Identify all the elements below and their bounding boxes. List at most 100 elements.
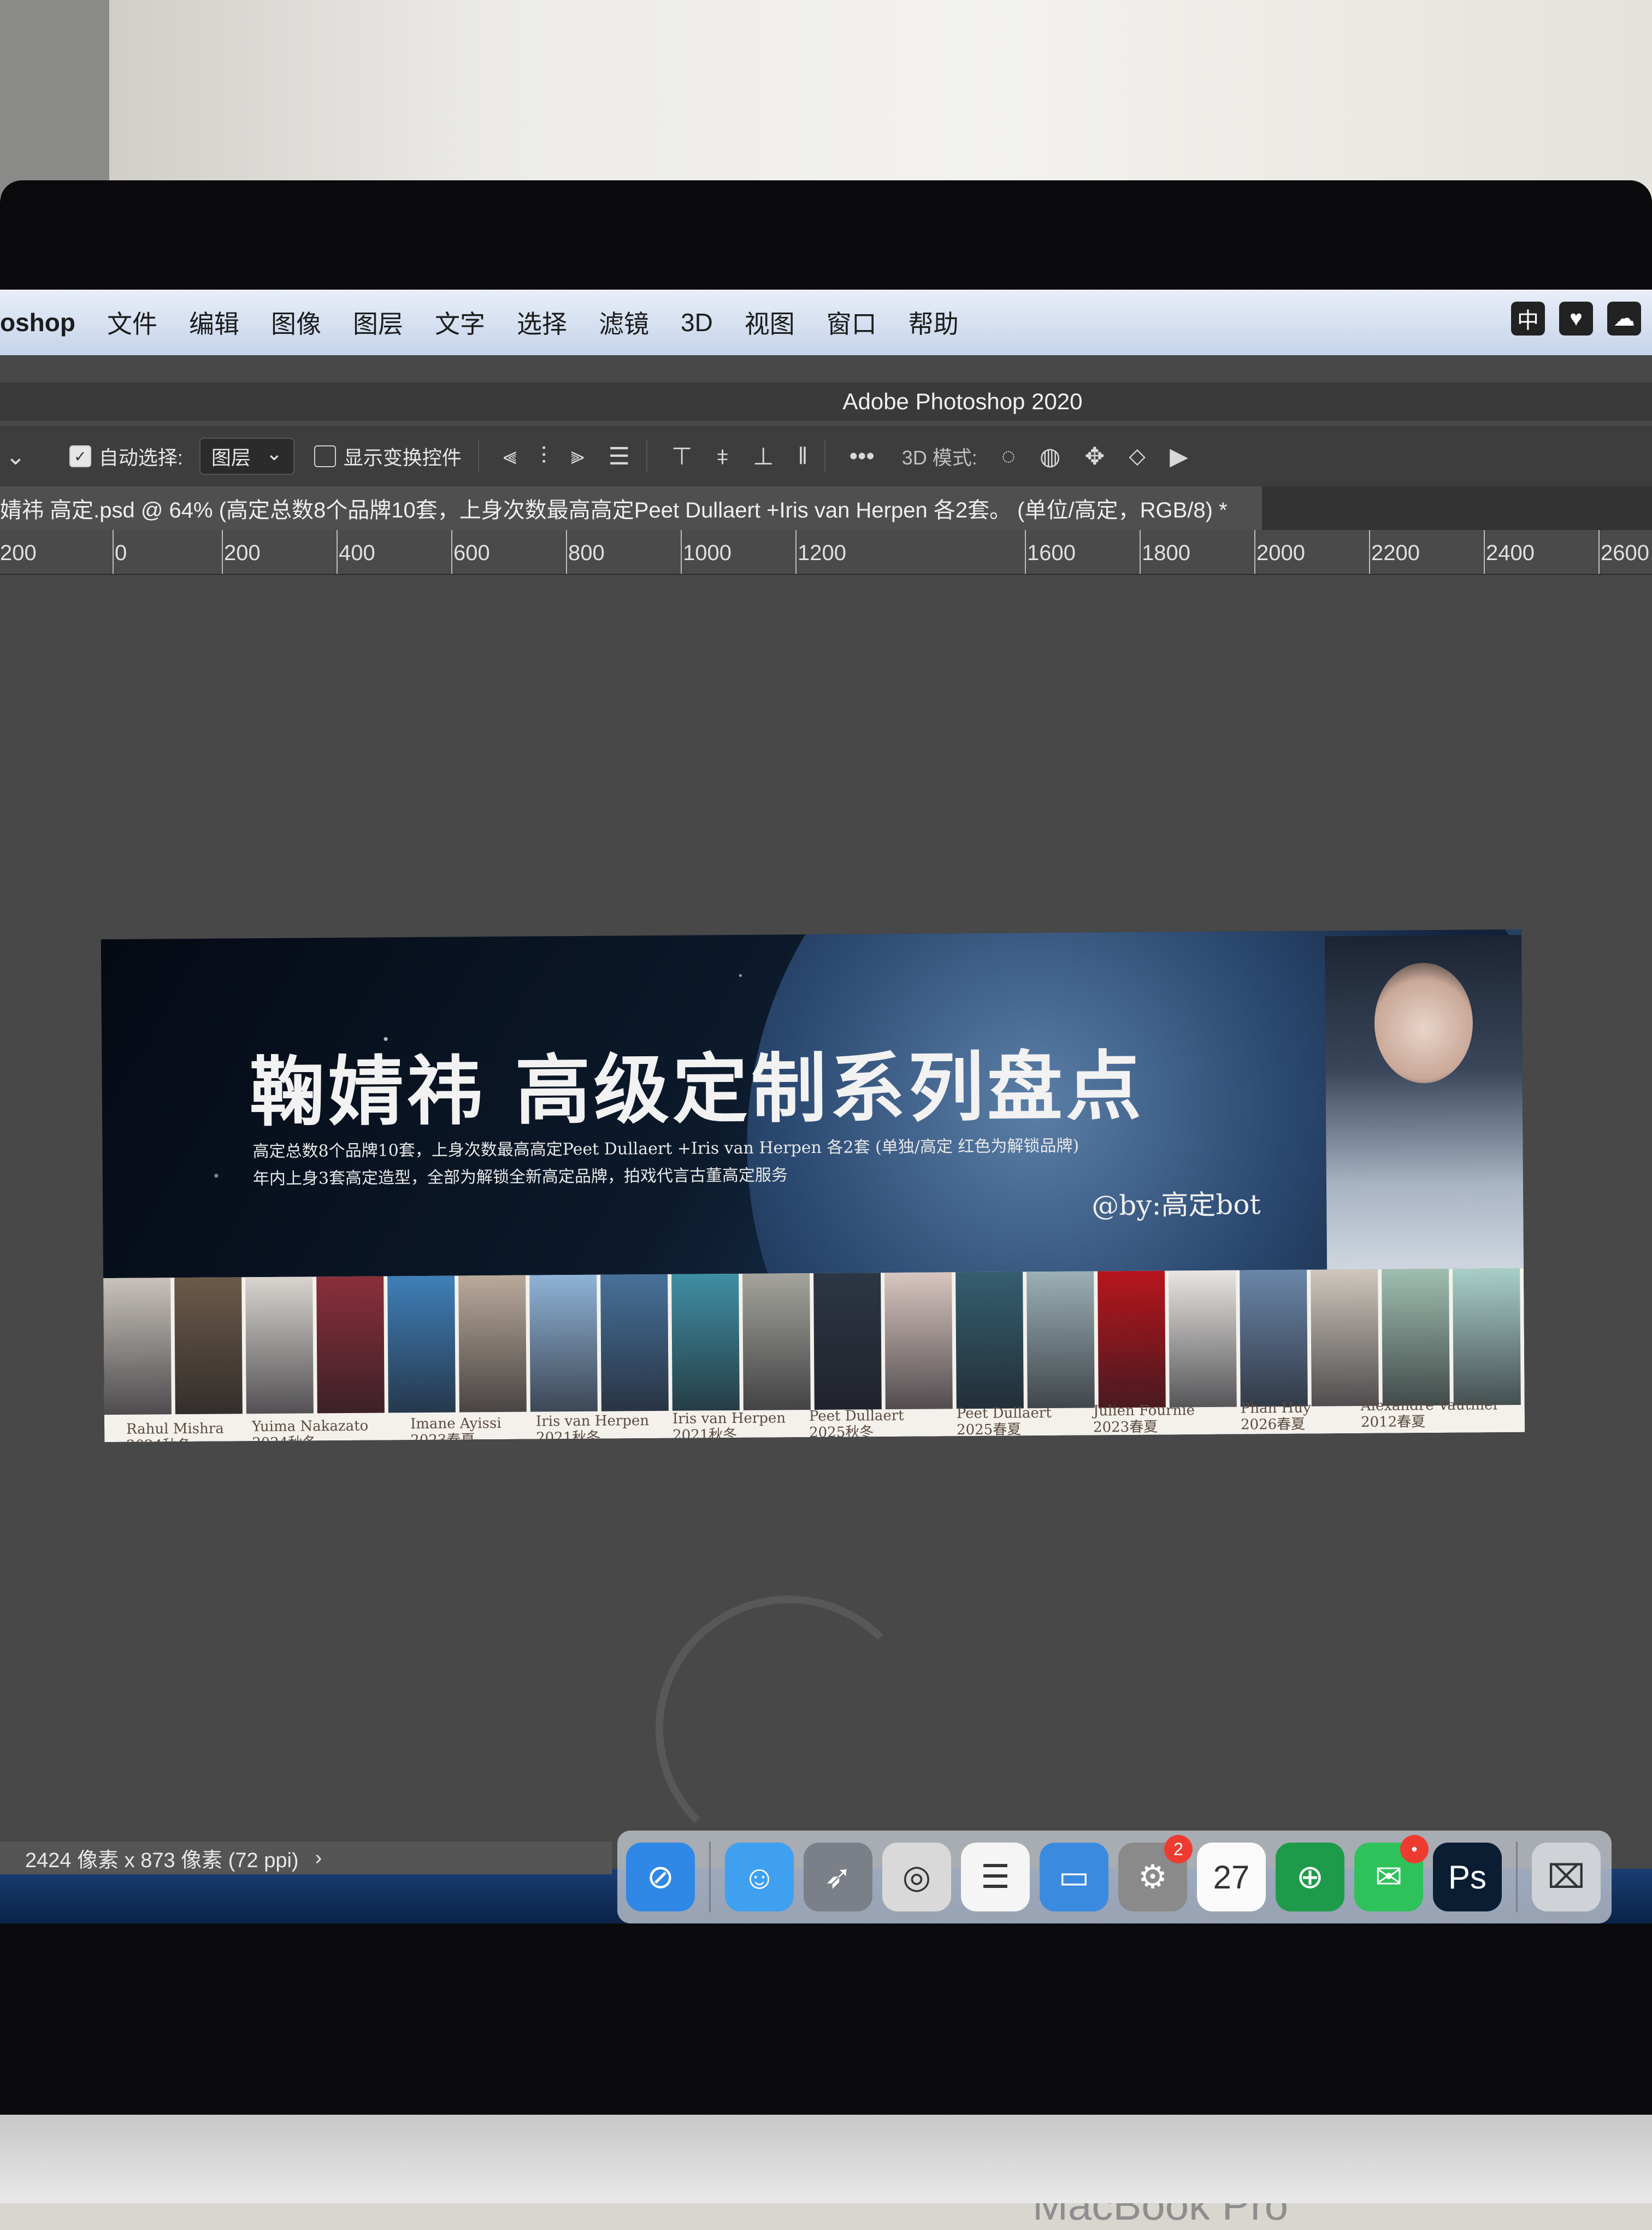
- trash-icon[interactable]: ⌧: [1532, 1843, 1601, 1911]
- ruler-label: 800: [568, 541, 605, 565]
- chevron-down-icon: ⌄: [266, 442, 282, 464]
- tray-app-icon[interactable]: ♥: [1559, 302, 1593, 336]
- keynote-icon[interactable]: ▭: [1040, 1843, 1108, 1911]
- distribute-icon[interactable]: ☰: [609, 443, 630, 470]
- show-transform-checkbox[interactable]: [314, 445, 336, 467]
- menu-item[interactable]: 滤镜: [599, 304, 649, 340]
- bank-icon[interactable]: ⊕: [1276, 1843, 1344, 1911]
- align-left-icon[interactable]: ⫷: [503, 443, 517, 470]
- banner-title: 鞠婧祎 高级定制系列盘点: [249, 1042, 1145, 1137]
- screenshot-icon[interactable]: ◎: [882, 1843, 951, 1911]
- system-preferences-icon[interactable]: ⚙ 2: [1118, 1835, 1193, 1911]
- menu-item[interactable]: 帮助: [908, 304, 959, 340]
- caption-designer: Julien Fournie: [1093, 1402, 1195, 1420]
- menu-item[interactable]: 视图: [745, 304, 795, 340]
- menu-item[interactable]: 窗口: [827, 304, 877, 340]
- auto-select-checkbox[interactable]: ✓: [69, 445, 91, 467]
- menu-item[interactable]: 选择: [517, 304, 567, 340]
- canvas-banner-image[interactable]: 鞠婧祎 高级定制系列盘点 高定总数8个品牌10套，上身次数最高高定Peet Du…: [101, 929, 1525, 1443]
- dock-divider: [709, 1841, 711, 1913]
- show-transform-label: 显示变换控件: [343, 446, 462, 469]
- layer-select-dropdown[interactable]: 图层 ⌄: [199, 438, 294, 475]
- look-strip: Rahul Mishra2024秋冬 Yuima Nakazato2024秋冬 Im…: [103, 1268, 1525, 1443]
- menu-bar: oshop 文件 编辑 图像 图层 文字 选择 滤镜 3D 视图 窗口 帮助 中 ♥ ☁: [0, 290, 1652, 355]
- menu-item[interactable]: 编辑: [189, 304, 239, 340]
- calendar-icon[interactable]: 27: [1197, 1843, 1266, 1911]
- ruler-major-tick: [566, 530, 567, 574]
- align-center-icon[interactable]: ⫶: [541, 443, 547, 470]
- finder-icon[interactable]: ☺: [725, 1843, 794, 1911]
- look-thumbnail: [316, 1276, 385, 1414]
- 3d-slide-icon[interactable]: ⬦: [1129, 443, 1146, 470]
- ruler-major-tick: [1140, 530, 1141, 574]
- menu-item[interactable]: 3D: [681, 308, 713, 337]
- look-thumbnail: [245, 1276, 314, 1414]
- status-arrow-icon[interactable]: ›: [315, 1846, 322, 1870]
- look-thumbnail: [1382, 1268, 1450, 1406]
- ruler-label: 200: [224, 541, 261, 565]
- banner-credit: @by:高定bot: [1092, 1188, 1261, 1222]
- 3d-camera-icon[interactable]: ▶: [1170, 443, 1188, 470]
- launchpad-glyph: ➶: [824, 1858, 852, 1895]
- menu-tray: 中 ♥ ☁: [1511, 302, 1641, 336]
- more-options-icon[interactable]: •••: [849, 443, 875, 470]
- document-tab[interactable]: 婧祎 高定.psd @ 64% (高定总数8个品牌10套，上身次数最高高定Pee…: [0, 486, 1262, 530]
- 3d-mode-label: 3D 模式:: [901, 446, 977, 469]
- input-method-icon[interactable]: 中: [1511, 302, 1545, 336]
- look-caption: Yuima Nakazato2024秋冬: [252, 1418, 369, 1442]
- ruler-major-tick: [681, 530, 682, 574]
- laptop-base: [0, 2115, 1652, 2203]
- menu-item[interactable]: 文件: [107, 304, 157, 340]
- ruler-major-tick: [222, 530, 223, 574]
- caption-designer: Rahul Mishra: [126, 1420, 224, 1438]
- distribute-vertical-icon[interactable]: ‖: [798, 443, 807, 470]
- calendar-glyph: 27: [1213, 1858, 1250, 1896]
- tray-cloud-icon[interactable]: ☁: [1607, 302, 1641, 336]
- loading-spinner: [656, 1596, 922, 1862]
- notification-badge: 2: [1164, 1835, 1193, 1863]
- look-caption: Rahul Mishra2024秋冬: [126, 1421, 224, 1443]
- menu-app-name[interactable]: oshop: [0, 308, 75, 337]
- ruler-label: 400: [339, 541, 375, 565]
- document-size: 2424 像素 x 873 像素 (72 ppi): [25, 1849, 299, 1872]
- 3d-orbit-icon[interactable]: ◌: [1001, 443, 1016, 470]
- menu-item[interactable]: 文字: [435, 304, 485, 340]
- align-right-icon[interactable]: ⫸: [571, 443, 585, 470]
- look-caption: Phan Huy 2026春夏: [1241, 1400, 1311, 1433]
- dock: ⊘ ☺ ➶ ◎ ☰ ▭ ⚙ 2 27 ⊕ ✉ • Ps ⌧: [617, 1831, 1612, 1923]
- look-caption: Alexandre Vauthier 2012春夏: [1361, 1397, 1500, 1431]
- align-bottom-icon[interactable]: ⊥: [753, 443, 774, 470]
- banner-subtitle-2: 年内上身3套高定造型，全部为解锁全新高定品牌，拍戏代言古董高定服务: [252, 1166, 788, 1189]
- background-wall: [0, 0, 1652, 197]
- 3d-roll-icon[interactable]: ◍: [1040, 443, 1060, 470]
- menu-item[interactable]: 图层: [353, 304, 403, 340]
- wechat-icon[interactable]: ✉ •: [1354, 1835, 1429, 1911]
- look-thumbnail: [600, 1274, 669, 1411]
- reminders-icon[interactable]: ☰: [961, 1843, 1030, 1911]
- align-middle-icon[interactable]: ⧧: [716, 443, 729, 470]
- horizontal-ruler[interactable]: 200 0 200 400 600 800 1000 1200 1600 1800 2000 2200…: [0, 530, 1652, 575]
- menu-item[interactable]: 图像: [271, 304, 321, 340]
- look-thumbnail: [742, 1273, 811, 1410]
- align-top-icon[interactable]: ⊤: [671, 443, 692, 470]
- 3d-pan-icon[interactable]: ✥: [1084, 443, 1105, 470]
- safari-glyph: ⊘: [646, 1858, 675, 1895]
- divider: [824, 440, 825, 473]
- safari-icon[interactable]: ⊘: [626, 1843, 695, 1911]
- reminders-glyph: ☰: [981, 1858, 1010, 1895]
- look-thumbnail: [1026, 1271, 1095, 1409]
- caption-designer: Alexandre Vauthier: [1360, 1397, 1500, 1415]
- launchpad-icon[interactable]: ➶: [804, 1843, 872, 1911]
- look-caption: Peet Dullaert 2025春夏: [957, 1405, 1052, 1438]
- chevron-down-icon[interactable]: ⌄: [5, 443, 26, 470]
- look-thumbnail: [1311, 1269, 1379, 1407]
- options-bar: ⌄ ✓ 自动选择: 图层 ⌄ 显示变换控件 ⫷ ⫶ ⫸ ☰ ⊤ ⧧ ⊥ ‖ ••…: [0, 426, 1652, 486]
- photoshop-icon[interactable]: Ps: [1433, 1843, 1502, 1911]
- look-caption: Iris van Herpen 2021秋冬: [536, 1413, 650, 1442]
- ruler-major-tick: [1598, 530, 1600, 574]
- look-thumbnail: [458, 1275, 527, 1413]
- look-caption: Imane Ayissi 2023春夏: [410, 1415, 502, 1442]
- ruler-major-tick: [451, 530, 452, 574]
- ruler-label: 2000: [1256, 541, 1305, 565]
- caption-season: 2021秋冬: [672, 1426, 738, 1443]
